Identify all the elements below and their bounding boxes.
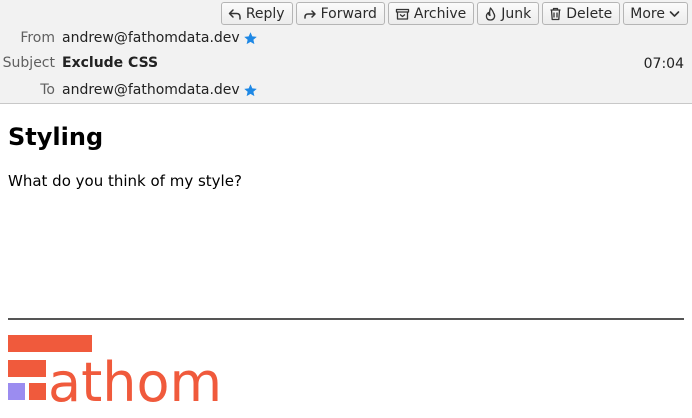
forward-icon [303,7,317,21]
reply-icon [228,7,242,21]
from-row: From andrew@fathomdata.dev [0,28,258,48]
forward-label: Forward [320,5,377,22]
message-heading: Styling [8,123,104,151]
archive-label: Archive [413,5,467,22]
signature-divider [8,318,684,320]
reply-label: Reply [245,5,285,22]
star-icon[interactable] [243,83,258,98]
message-text: What do you think of my style? [8,172,242,190]
star-icon[interactable] [243,31,258,46]
message-body: Styling What do you think of my style? [8,104,684,190]
forward-button[interactable]: Forward [295,2,385,25]
subject-row: Subject Exclude CSS [0,53,158,73]
delete-button[interactable]: Delete [542,2,621,25]
flame-icon [484,6,497,21]
archive-button[interactable]: Archive [387,2,475,25]
subject-value: Exclude CSS [62,55,159,71]
junk-button[interactable]: Junk [477,2,540,25]
from-label: From [20,30,55,46]
message-toolbar: Reply Forward Archive Junk Delete More [220,2,688,25]
trash-icon [549,7,562,21]
more-button[interactable]: More [623,2,688,25]
to-label: To [40,82,55,98]
archive-icon [395,7,410,21]
to-address[interactable]: andrew@fathomdata.dev [62,82,240,98]
to-row: To andrew@fathomdata.dev [0,80,258,100]
logo-wordmark: athom [48,351,222,405]
chevron-down-icon [669,10,680,18]
subject-label: Subject [2,55,55,71]
message-time: 07:04 [643,56,684,72]
fathom-logo: athom [8,335,253,414]
delete-label: Delete [566,5,613,22]
from-address[interactable]: andrew@fathomdata.dev [62,30,240,46]
more-label: More [630,5,665,22]
message-header: Reply Forward Archive Junk Delete More F… [0,0,692,104]
reply-button[interactable]: Reply [220,2,293,25]
junk-label: Junk [501,5,532,22]
